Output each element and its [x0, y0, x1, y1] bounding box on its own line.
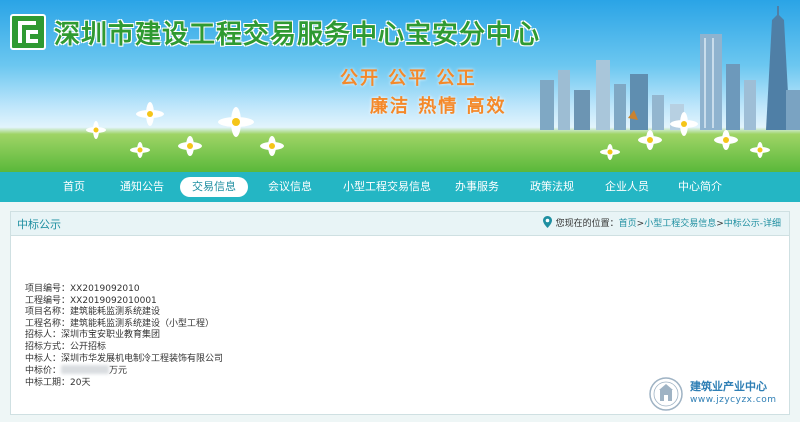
detail-label: 项目编号：	[25, 284, 71, 294]
nav-item-notices[interactable]: 通知公告	[120, 177, 164, 197]
detail-label: 招标人：	[25, 330, 62, 341]
watermark-seal-icon	[649, 377, 683, 411]
breadcrumb: 您现在的位置：首页>小型工程交易信息>中标公示-详细	[542, 216, 781, 231]
nav-item-about[interactable]: 中心简介	[678, 177, 722, 197]
nav-item-trade-info[interactable]: 交易信息	[180, 177, 248, 197]
breadcrumb-prefix: 您现在的位置：	[555, 219, 619, 229]
detail-row: 项目名称：建筑能耗监测系统建设	[25, 307, 223, 319]
watermark-name: 建筑业产业中心	[690, 380, 767, 393]
building-logo-icon[interactable]	[10, 14, 46, 50]
detail-row: 中标价： 万元	[25, 365, 223, 378]
detail-row: 工程编号：XX2019092010001	[25, 296, 223, 308]
breadcrumb-section-link[interactable]: 小型工程交易信息	[644, 219, 716, 229]
detail-row: 中标人：深圳市华发展机电制冷工程装饰有限公司	[25, 354, 223, 366]
slogan-line-2: 廉洁 热情 高效	[370, 96, 507, 117]
nav-item-meetings[interactable]: 会议信息	[268, 177, 312, 197]
detail-row: 中标工期：20天	[25, 378, 223, 390]
award-details: 项目编号：XX2019092010 工程编号：XX2019092010001 项…	[25, 284, 223, 389]
header-banner: 深圳市建设工程交易服务中心宝安分中心 公开 公平 公正 廉洁 热情 高效	[0, 0, 800, 172]
nav-item-enterprises[interactable]: 企业人员	[605, 177, 649, 197]
detail-label: 中标价：	[25, 366, 62, 377]
detail-value: 建筑能耗监测系统建设（小型工程）	[70, 318, 215, 329]
site-title: 深圳市建设工程交易服务中心宝安分中心	[54, 20, 541, 50]
detail-label: 中标人：	[25, 353, 62, 364]
detail-value: XX2019092010	[70, 284, 140, 294]
main-nav: 首页 通知公告 交易信息 会议信息 小型工程交易信息 办事服务 政策法规 企业人…	[0, 172, 800, 202]
nav-item-small-projects[interactable]: 小型工程交易信息	[343, 177, 431, 197]
breadcrumb-home-link[interactable]: 首页	[619, 219, 637, 229]
detail-row: 工程名称：建筑能耗监测系统建设（小型工程）	[25, 319, 223, 331]
redacted-value	[61, 365, 110, 375]
slogan-line-1: 公开 公平 公正	[340, 68, 477, 89]
detail-value: 深圳市宝安职业教育集团	[61, 330, 161, 341]
panel-title: 中标公示	[17, 218, 61, 231]
location-pin-icon	[542, 216, 552, 231]
detail-value: 万元	[109, 366, 128, 377]
detail-label: 项目名称：	[25, 307, 71, 318]
detail-label: 中标工期：	[25, 377, 71, 388]
detail-value: 公开招标	[70, 341, 107, 352]
panel-header: 中标公示 您现在的位置：首页>小型工程交易信息>中标公示-详细	[11, 212, 789, 236]
detail-row: 项目编号：XX2019092010	[25, 284, 223, 296]
breadcrumb-current[interactable]: 中标公示-详细	[724, 219, 781, 229]
nav-item-services[interactable]: 办事服务	[455, 177, 499, 197]
detail-value: 建筑能耗监测系统建设	[70, 307, 161, 318]
detail-value: XX2019092010001	[70, 295, 157, 306]
detail-row: 招标人：深圳市宝安职业教育集团	[25, 330, 223, 342]
nav-item-policies[interactable]: 政策法规	[530, 177, 574, 197]
detail-label: 工程名称：	[25, 318, 71, 329]
breadcrumb-separator: >	[716, 219, 724, 229]
watermark-url: www.jzycyzx.com	[690, 395, 777, 405]
detail-row: 招标方式：公开招标	[25, 342, 223, 354]
detail-value: 20天	[70, 377, 91, 388]
detail-label: 工程编号：	[25, 295, 71, 306]
detail-label: 招标方式：	[25, 341, 71, 352]
detail-value: 深圳市华发展机电制冷工程装饰有限公司	[61, 353, 224, 364]
nav-item-home[interactable]: 首页	[63, 177, 85, 197]
